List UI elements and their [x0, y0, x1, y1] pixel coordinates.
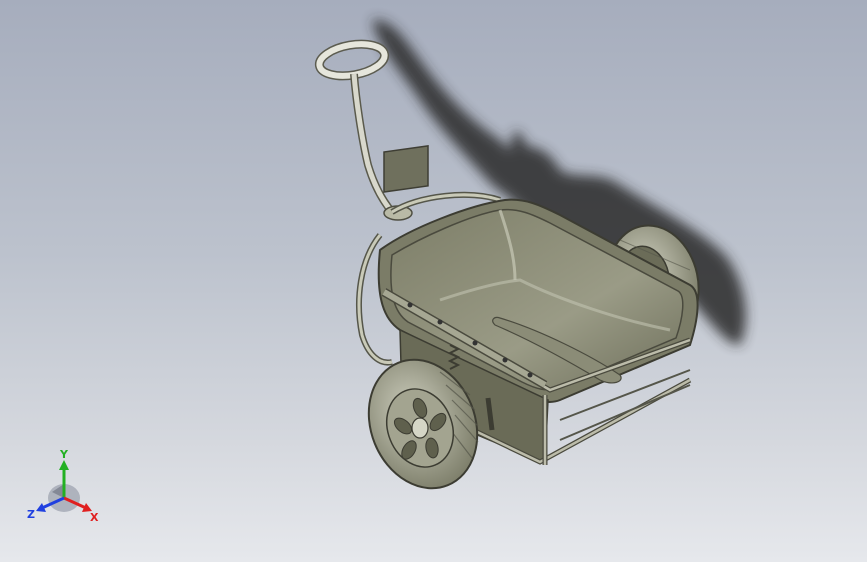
view-triad: Y X Z: [27, 448, 99, 524]
cart-model-icon[interactable]: [0, 0, 867, 562]
graphics-viewport[interactable]: Y X Z: [0, 0, 867, 562]
z-axis-label: Z: [27, 508, 35, 521]
x-axis-label: X: [90, 511, 99, 524]
y-axis-label: Y: [59, 448, 69, 461]
y-axis-arrow: [59, 460, 69, 470]
